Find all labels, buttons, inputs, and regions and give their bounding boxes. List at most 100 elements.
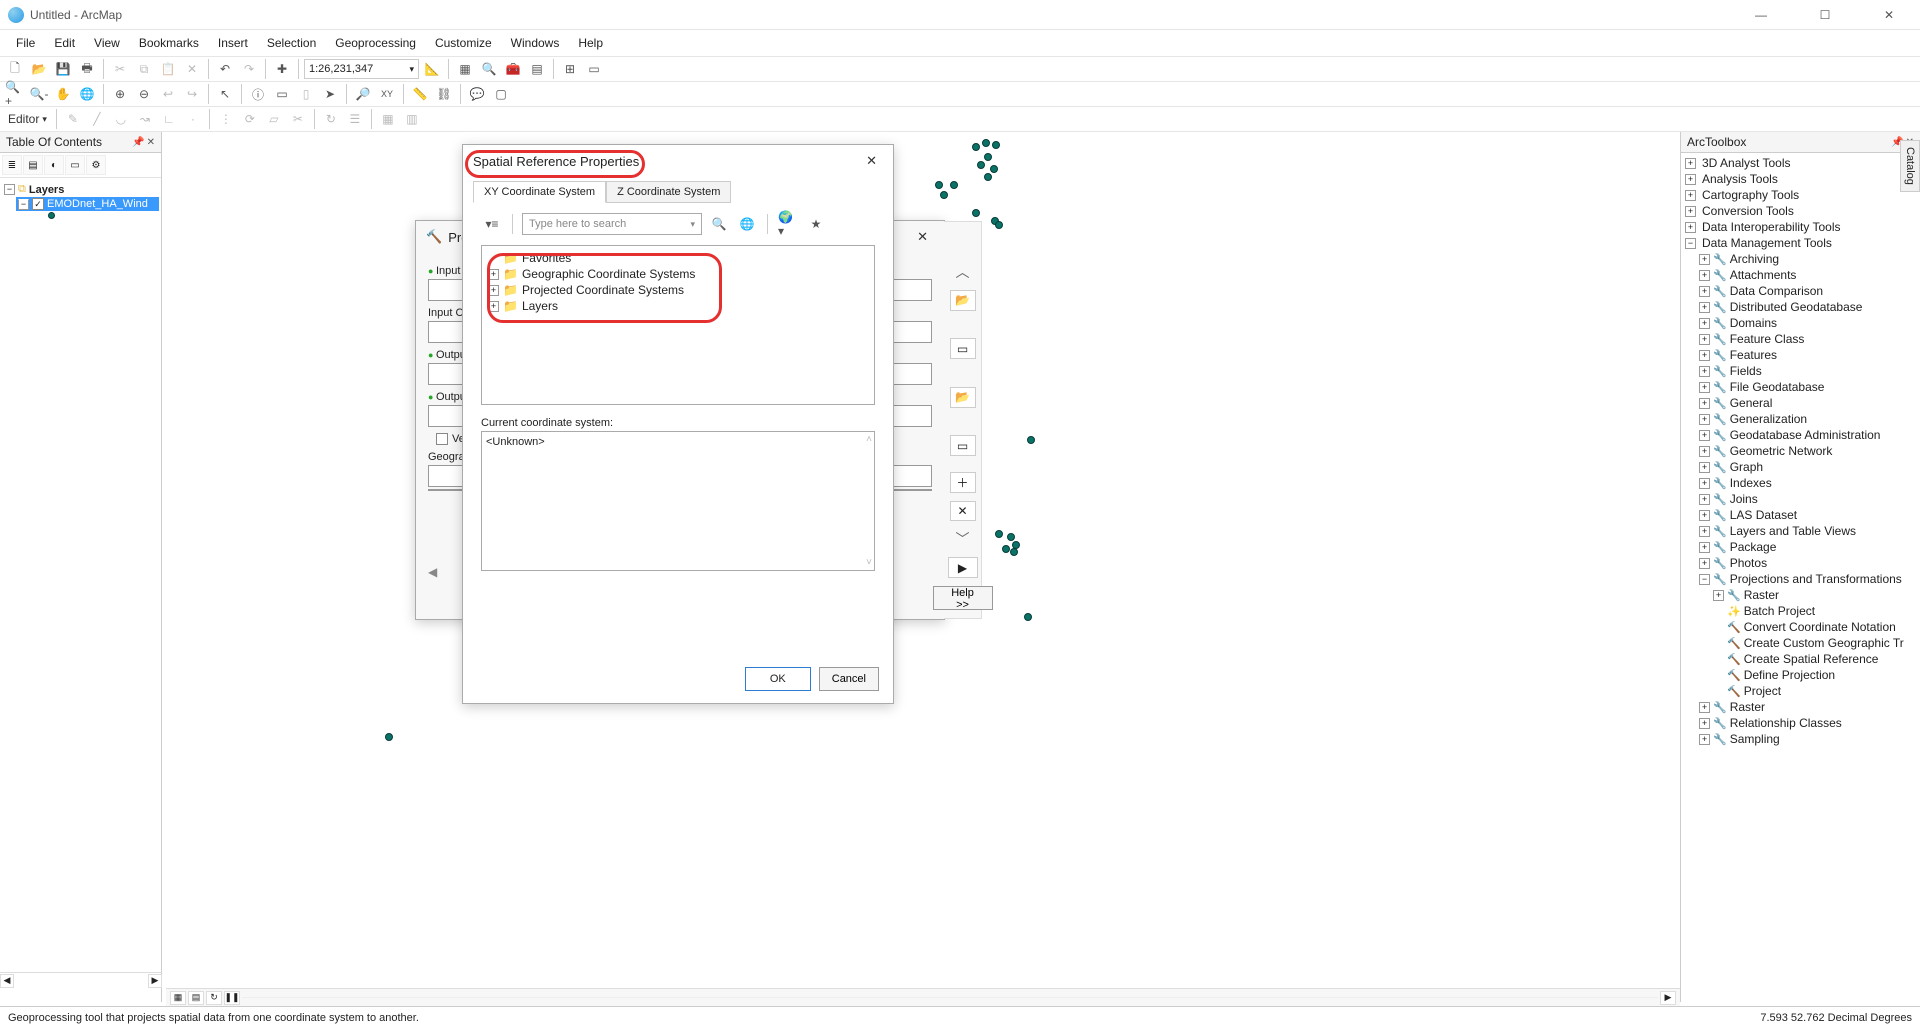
- toolset-joins[interactable]: +🔧Joins: [1683, 491, 1918, 507]
- tree-gcs[interactable]: + 📁 Geographic Coordinate Systems: [486, 266, 870, 282]
- toolset-projections-and-transformations[interactable]: −🔧Projections and Transformations: [1683, 571, 1918, 587]
- toolset-geodatabase-administration[interactable]: +🔧Geodatabase Administration: [1683, 427, 1918, 443]
- open-icon[interactable]: 📂: [28, 58, 50, 80]
- toolset-attachments[interactable]: +🔧Attachments: [1683, 267, 1918, 283]
- map-point[interactable]: [1027, 436, 1035, 444]
- toolset-sampling[interactable]: +🔧Sampling: [1683, 731, 1918, 747]
- minus-icon[interactable]: −: [1699, 574, 1710, 585]
- attributes-icon[interactable]: ☰: [344, 108, 366, 130]
- layer-symbol-row[interactable]: [46, 211, 159, 220]
- plus-icon[interactable]: +: [1699, 558, 1710, 569]
- paste-icon[interactable]: 📋: [157, 58, 179, 80]
- zoom-out-icon[interactable]: 🔍-: [28, 83, 50, 105]
- menu-file[interactable]: File: [8, 34, 43, 52]
- add-data-icon[interactable]: ✚: [271, 58, 293, 80]
- plus-icon[interactable]: +: [1699, 254, 1710, 265]
- plus-icon[interactable]: +: [488, 285, 499, 296]
- menu-insert[interactable]: Insert: [210, 34, 256, 52]
- time-slider-icon[interactable]: ▢: [490, 83, 512, 105]
- menu-windows[interactable]: Windows: [503, 34, 568, 52]
- list-by-visibility-icon[interactable]: ◐: [44, 155, 64, 175]
- edit-right-angle-icon[interactable]: ∟: [158, 108, 180, 130]
- chevron-down-icon[interactable]: ˅: [866, 557, 872, 568]
- scroll-left-icon[interactable]: ◀: [0, 974, 14, 988]
- save-icon[interactable]: 💾: [52, 58, 74, 80]
- close-project-dialog[interactable]: ✕: [911, 227, 934, 247]
- map-point[interactable]: [1024, 613, 1032, 621]
- zoom-in-icon[interactable]: 🔍+: [4, 83, 26, 105]
- edit-straight-icon[interactable]: ╱: [86, 108, 108, 130]
- close-toc-icon[interactable]: ✕: [147, 137, 155, 148]
- menu-geoprocessing[interactable]: Geoprocessing: [327, 34, 424, 52]
- toolset-las-dataset[interactable]: +🔧LAS Dataset: [1683, 507, 1918, 523]
- results-icon[interactable]: ▭: [583, 58, 605, 80]
- scroll-right-map-icon[interactable]: ▶: [1660, 991, 1676, 1005]
- editor-toolbar-icon[interactable]: 📐: [421, 58, 443, 80]
- toolset-photos[interactable]: +🔧Photos: [1683, 555, 1918, 571]
- tool-convert-coordinate-notation[interactable]: 🔨Convert Coordinate Notation: [1683, 619, 1918, 635]
- toolbox-data-management-tools[interactable]: −Data Management Tools: [1683, 235, 1918, 251]
- vertical-checkbox[interactable]: [436, 433, 448, 445]
- cs-props-icon[interactable]: ▭: [950, 338, 976, 359]
- edit-arc-icon[interactable]: ◡: [110, 108, 132, 130]
- plus-icon[interactable]: +: [1699, 430, 1710, 441]
- close-button[interactable]: ✕: [1866, 1, 1912, 29]
- print-icon[interactable]: 🖶: [76, 58, 98, 80]
- menu-customize[interactable]: Customize: [427, 34, 500, 52]
- map-point[interactable]: [984, 153, 992, 161]
- catalog-tab[interactable]: Catalog: [1900, 140, 1920, 192]
- menu-help[interactable]: Help: [570, 34, 611, 52]
- toolset-archiving[interactable]: +🔧Archiving: [1683, 251, 1918, 267]
- menu-bookmarks[interactable]: Bookmarks: [131, 34, 207, 52]
- copy-icon[interactable]: ⧉: [133, 58, 155, 80]
- scale-combobox[interactable]: 1:26,231,347 ▾: [304, 59, 419, 79]
- toolset-file-geodatabase[interactable]: +🔧File Geodatabase: [1683, 379, 1918, 395]
- remove-geotrans-icon[interactable]: ✕: [950, 501, 976, 522]
- new-cs-icon[interactable]: 🌍▾: [777, 213, 799, 235]
- plus-icon[interactable]: +: [1699, 718, 1710, 729]
- toolset-domains[interactable]: +🔧Domains: [1683, 315, 1918, 331]
- browse-input-icon[interactable]: 📂: [950, 290, 976, 311]
- map-point[interactable]: [1002, 545, 1010, 553]
- list-by-drawing-icon[interactable]: ≣: [2, 155, 22, 175]
- map-point[interactable]: [940, 191, 948, 199]
- plus-icon[interactable]: +: [1685, 222, 1696, 233]
- minimize-button[interactable]: —: [1738, 1, 1784, 29]
- plus-icon[interactable]: +: [1699, 334, 1710, 345]
- select-elements-icon[interactable]: ↖: [214, 83, 236, 105]
- plus-icon[interactable]: +: [1699, 526, 1710, 537]
- plus-icon[interactable]: +: [1699, 350, 1710, 361]
- toolset-indexes[interactable]: +🔧Indexes: [1683, 475, 1918, 491]
- map-point[interactable]: [995, 530, 1003, 538]
- fixed-zoom-in-icon[interactable]: ⊕: [109, 83, 131, 105]
- toolbox-3d-analyst-tools[interactable]: +3D Analyst Tools: [1683, 155, 1918, 171]
- map-point[interactable]: [1007, 533, 1015, 541]
- arctoolbox-window-icon[interactable]: 🧰: [502, 58, 524, 80]
- python-window-icon[interactable]: ▤: [526, 58, 548, 80]
- layers-root[interactable]: − ⧉ Layers: [2, 182, 159, 197]
- browse-output-icon[interactable]: 📂: [950, 387, 976, 408]
- layout-view-tab[interactable]: ▤: [188, 991, 204, 1005]
- toolset-generalization[interactable]: +🔧Generalization: [1683, 411, 1918, 427]
- plus-icon[interactable]: +: [1685, 158, 1696, 169]
- plus-icon[interactable]: +: [1699, 366, 1710, 377]
- plus-icon[interactable]: +: [1699, 542, 1710, 553]
- measure-icon[interactable]: 📏: [409, 83, 431, 105]
- toolset-raster[interactable]: +🔧Raster: [1683, 699, 1918, 715]
- plus-icon[interactable]: +: [1699, 286, 1710, 297]
- cancel-button[interactable]: Cancel: [819, 667, 879, 691]
- toolbox-data-interoperability-tools[interactable]: +Data Interoperability Tools: [1683, 219, 1918, 235]
- plus-icon[interactable]: +: [1699, 382, 1710, 393]
- fixed-zoom-out-icon[interactable]: ⊖: [133, 83, 155, 105]
- plus-icon[interactable]: +: [1699, 318, 1710, 329]
- plus-icon[interactable]: +: [1699, 702, 1710, 713]
- redo-icon[interactable]: ↷: [238, 58, 260, 80]
- model-builder-icon[interactable]: ⊞: [559, 58, 581, 80]
- plus-icon[interactable]: +: [1699, 734, 1710, 745]
- search-window-icon[interactable]: 🔍: [478, 58, 500, 80]
- data-view-tab[interactable]: ▦: [170, 991, 186, 1005]
- plus-icon[interactable]: +: [1699, 270, 1710, 281]
- list-by-selection-icon[interactable]: ▭: [65, 155, 85, 175]
- chevron-up-icon[interactable]: ︿: [956, 262, 970, 282]
- rotate-icon[interactable]: ↻: [320, 108, 342, 130]
